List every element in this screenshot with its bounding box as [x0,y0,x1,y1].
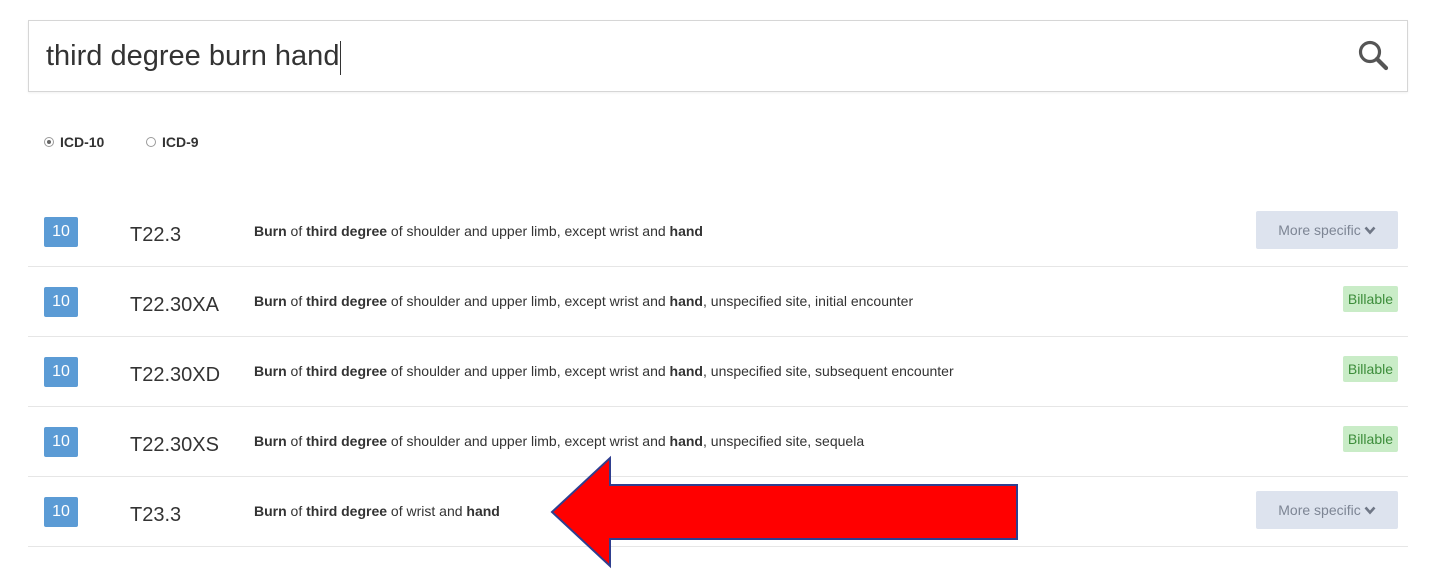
more-specific-button[interactable]: More specific [1256,211,1398,249]
highlighted-term: third degree [306,503,388,519]
red-arrow-annotation [550,455,1018,569]
highlighted-term: Burn [254,503,287,519]
search-query-text: third degree burn hand [46,40,340,72]
description-text: of shoulder and upper limb, except wrist… [387,363,670,379]
highlighted-term: third degree [306,363,388,379]
radio-option-icd-10[interactable]: ICD-10 [44,134,104,150]
code-description: Burn of third degree of shoulder and upp… [254,433,864,449]
more-specific-label: More specific [1278,502,1361,518]
highlighted-term: hand [669,293,703,309]
icd-code[interactable]: T22.3 [130,224,181,247]
description-text: of [286,363,307,379]
icd-version-badge: 10 [44,497,78,527]
code-description: Burn of third degree of shoulder and upp… [254,363,954,379]
icd-code[interactable]: T22.30XD [130,364,220,387]
description-text: of wrist and [387,503,467,519]
code-description: Burn of third degree of shoulder and upp… [254,223,703,239]
description-text: of [286,223,307,239]
highlighted-term: Burn [254,433,287,449]
icd-code[interactable]: T22.30XS [130,434,219,457]
highlighted-term: hand [669,433,703,449]
description-text: of [286,293,307,309]
description-text: of [286,433,307,449]
description-text: , unspecified site, subsequent encounter [703,363,954,379]
description-text: , unspecified site, initial encounter [703,293,914,309]
description-text: , unspecified site, sequela [703,433,865,449]
code-description: Burn of third degree of wrist and hand [254,503,500,519]
icd-version-badge: 10 [44,357,78,387]
icd-version-badge: 10 [44,427,78,457]
billable-badge: Billable [1342,356,1398,382]
highlighted-term: hand [466,503,500,519]
highlighted-term: Burn [254,293,287,309]
icd-version-badge: 10 [44,287,78,317]
result-row[interactable]: 10 T22.3 Burn of third degree of shoulder … [28,197,1408,267]
highlighted-term: Burn [254,223,287,239]
search-icon [1358,40,1389,71]
description-text: of shoulder and upper limb, except wrist… [387,433,670,449]
highlighted-term: Burn [254,363,287,379]
arrow-shape [550,455,1018,569]
highlighted-term: third degree [306,433,388,449]
radio-button[interactable] [146,137,156,147]
highlighted-term: third degree [306,293,388,309]
icd-code[interactable]: T23.3 [130,504,181,527]
highlighted-term: hand [669,363,703,379]
chevron-down-icon [1364,226,1376,235]
more-specific-button[interactable]: More specific [1256,491,1398,529]
description-text: of shoulder and upper limb, except wrist… [387,293,670,309]
result-row[interactable]: 10 T22.30XA Burn of third degree of should… [28,267,1408,337]
highlighted-term: hand [669,223,703,239]
icd-version-badge: 10 [44,217,78,247]
search-box: third degree burn hand [28,20,1408,92]
chevron-down-icon [1364,506,1376,515]
result-row[interactable]: 10 T22.30XD Burn of third degree of should… [28,337,1408,407]
radio-button[interactable] [44,137,54,147]
more-specific-label: More specific [1278,222,1361,238]
radio-label: ICD-9 [162,134,199,150]
billable-badge: Billable [1342,286,1398,312]
radio-label: ICD-10 [60,134,105,150]
search-button[interactable] [1357,39,1391,73]
description-text: of [286,503,307,519]
description-text: of shoulder and upper limb, except wrist… [387,223,670,239]
billable-badge: Billable [1342,426,1398,452]
icd-code[interactable]: T22.30XA [130,294,219,317]
radio-option-icd-9[interactable]: ICD-9 [146,134,199,150]
text-cursor [340,41,341,75]
code-description: Burn of third degree of shoulder and upp… [254,293,913,309]
highlighted-term: third degree [306,223,388,239]
